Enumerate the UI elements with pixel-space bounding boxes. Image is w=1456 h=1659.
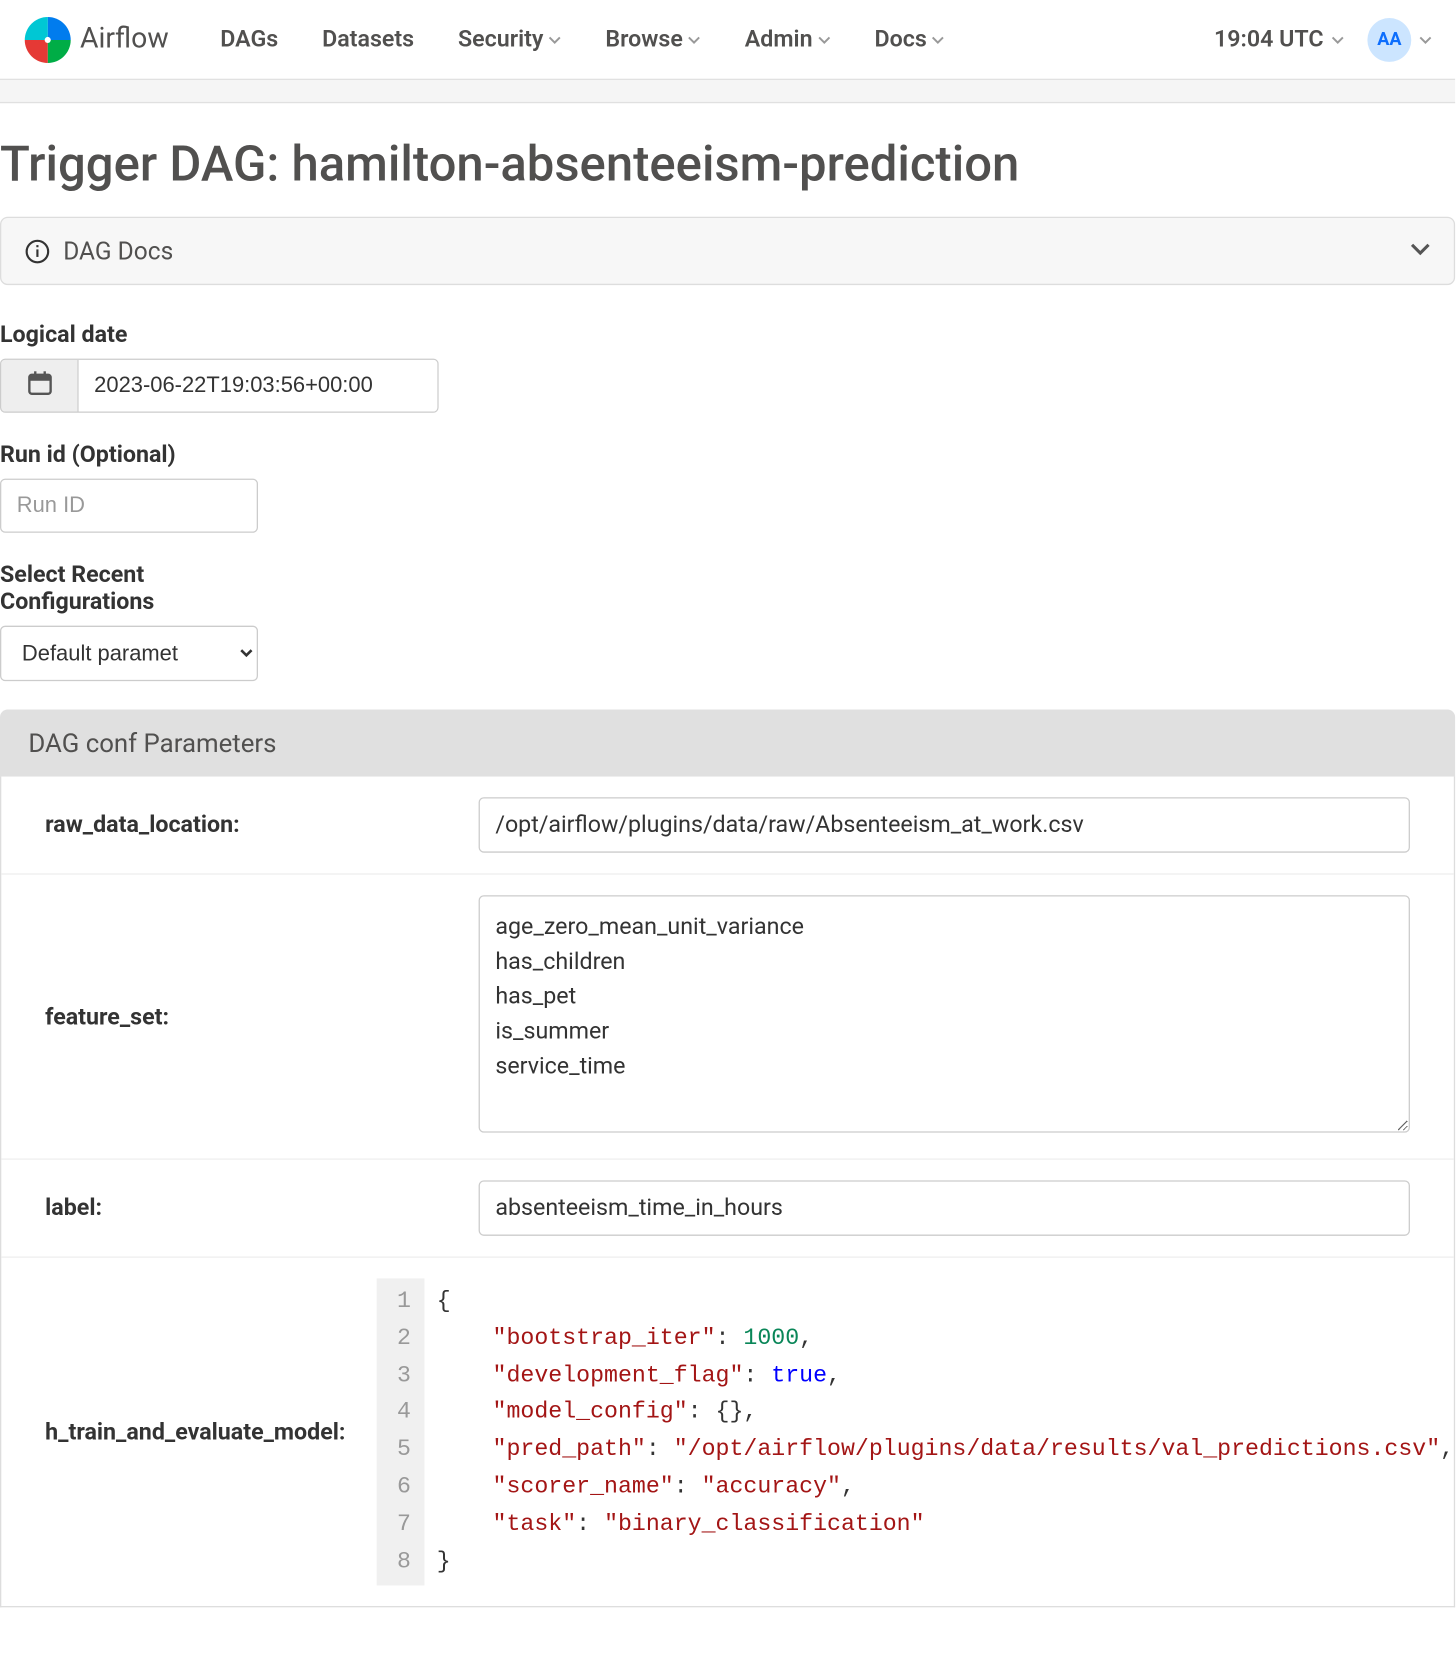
feature-set-textarea[interactable] — [479, 895, 1410, 1132]
recent-config-select[interactable]: Default paramet — [0, 626, 258, 681]
breadcrumb-bar — [0, 80, 1455, 103]
nav-docs-label: Docs — [874, 26, 926, 53]
chevron-down-icon — [1331, 26, 1344, 53]
run-id-label: Run id (Optional) — [0, 441, 1455, 468]
chevron-down-icon — [549, 26, 562, 53]
chevron-down-icon — [688, 26, 701, 53]
airflow-logo[interactable]: Airflow — [23, 15, 168, 64]
chevron-down-icon — [818, 26, 831, 53]
navbar-left: Airflow DAGs Datasets Security Browse Ad… — [23, 15, 945, 64]
conf-row-label: label: — [1, 1160, 1454, 1258]
calendar-icon — [25, 369, 53, 403]
nav-security[interactable]: Security — [458, 26, 562, 53]
json-editor[interactable]: 12345678 { "bootstrap_iter": 1000, "deve… — [376, 1278, 1456, 1586]
nav-datasets[interactable]: Datasets — [322, 26, 414, 53]
select-recent-label-2: Configurations — [0, 588, 154, 615]
dag-docs-title: DAG Docs — [63, 236, 1397, 266]
logical-date-input[interactable] — [79, 360, 438, 412]
page-title: Trigger DAG: hamilton-absenteeism-predic… — [0, 103, 1455, 217]
airflow-pinwheel-icon — [23, 15, 72, 64]
nav-security-label: Security — [458, 26, 543, 53]
conf-row-feature-set: feature_set: — [1, 875, 1454, 1160]
conf-label-raw-data-location: raw_data_location: — [14, 797, 478, 852]
info-icon — [25, 238, 51, 264]
dag-docs-panel: DAG Docs — [0, 217, 1455, 285]
avatar: AA — [1367, 17, 1411, 61]
nav-browse[interactable]: Browse — [605, 26, 701, 53]
json-editor-code[interactable]: { "bootstrap_iter": 1000, "development_f… — [424, 1278, 1456, 1586]
dag-conf-body: raw_data_location: feature_set: label: h… — [0, 777, 1455, 1608]
nav-dags[interactable]: DAGs — [220, 26, 278, 53]
raw-data-location-input[interactable] — [479, 797, 1410, 852]
json-editor-gutter: 12345678 — [376, 1278, 423, 1586]
calendar-button[interactable] — [1, 360, 78, 412]
run-id-group: Run id (Optional) — [0, 441, 1455, 533]
brand-text: Airflow — [80, 23, 169, 55]
conf-row-h-train: h_train_and_evaluate_model: 12345678 { "… — [1, 1258, 1454, 1607]
conf-label-h-train: h_train_and_evaluate_model: — [14, 1278, 376, 1586]
dag-docs-toggle[interactable]: DAG Docs — [1, 218, 1454, 284]
dag-conf-heading: DAG conf Parameters — [0, 710, 1455, 777]
chevron-down-icon — [1410, 238, 1431, 264]
nav-docs[interactable]: Docs — [874, 26, 944, 53]
logical-date-label: Logical date — [0, 321, 1455, 348]
conf-label-feature-set: feature_set: — [14, 895, 478, 1138]
run-id-input[interactable] — [0, 479, 258, 533]
navbar: Airflow DAGs Datasets Security Browse Ad… — [0, 0, 1455, 80]
user-menu[interactable]: AA — [1367, 17, 1432, 61]
server-time[interactable]: 19:04 UTC — [1214, 26, 1344, 53]
navbar-right: 19:04 UTC AA — [1214, 17, 1432, 61]
server-time-text: 19:04 UTC — [1214, 26, 1324, 53]
logical-date-row — [0, 359, 439, 413]
nav-items: DAGs Datasets Security Browse Admin Docs — [220, 26, 945, 53]
label-input[interactable] — [479, 1180, 1410, 1235]
select-recent-label: Select Recent Configurations — [0, 561, 1455, 615]
conf-row-raw-data-location: raw_data_location: — [1, 777, 1454, 875]
logical-date-group: Logical date — [0, 321, 1455, 413]
select-recent-group: Select Recent Configurations Default par… — [0, 561, 1455, 681]
chevron-down-icon — [932, 26, 945, 53]
conf-label-label: label: — [14, 1180, 478, 1235]
nav-browse-label: Browse — [605, 26, 683, 53]
select-recent-label-1: Select Recent — [0, 561, 144, 588]
chevron-down-icon — [1419, 27, 1432, 52]
nav-admin-label: Admin — [745, 26, 813, 53]
nav-admin[interactable]: Admin — [745, 26, 831, 53]
